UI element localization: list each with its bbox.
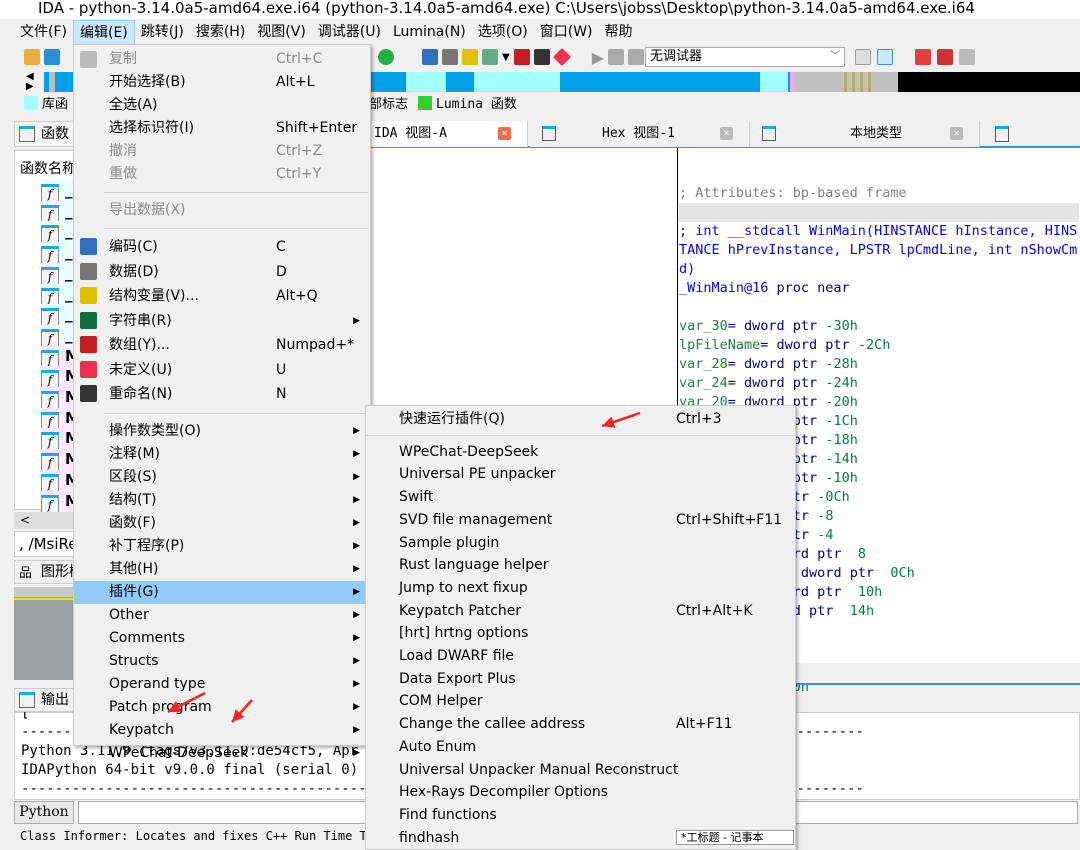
red-arrow-annotation bbox=[601, 411, 641, 428]
red-arrow-annotation bbox=[167, 691, 206, 714]
red-arrow-annotation bbox=[231, 699, 253, 723]
annotation-overlay bbox=[167, 411, 641, 723]
